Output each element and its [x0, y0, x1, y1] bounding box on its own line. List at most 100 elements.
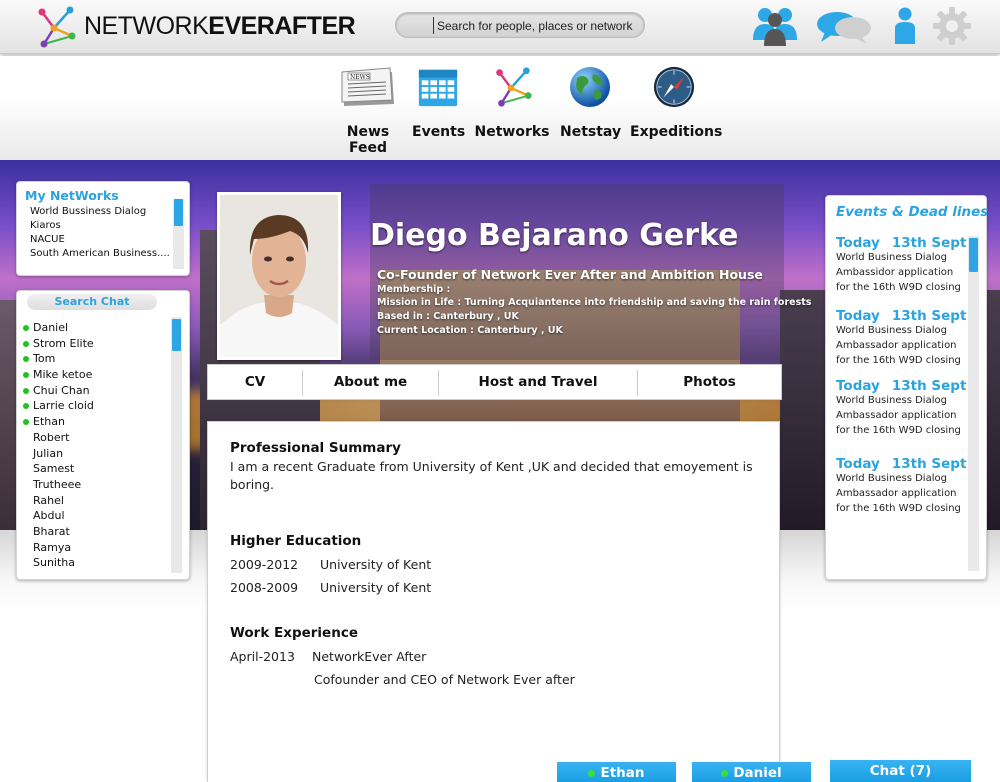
chat-main-button[interactable]: Chat (7) — [830, 760, 971, 782]
friends-icon[interactable] — [752, 6, 798, 46]
online-status-icon — [23, 372, 29, 379]
profile-photo[interactable] — [217, 192, 341, 360]
gear-icon[interactable] — [932, 6, 972, 46]
contact-name: Daniel — [33, 321, 69, 334]
events-scroll-thumb[interactable] — [969, 238, 978, 272]
chat-contact-online[interactable]: Mike ketoe — [23, 367, 94, 383]
nav-networks[interactable]: Networks — [474, 64, 550, 144]
network-logo-icon[interactable] — [34, 6, 78, 48]
event-item[interactable]: Today 13th Sept World Business Dialog Amb… — [836, 235, 966, 295]
contact-name: Larrie cloid — [33, 399, 94, 413]
chat-contact-offline[interactable]: Samest — [23, 461, 94, 477]
event-date: 13th Sept — [891, 235, 967, 251]
compass-icon — [653, 66, 695, 108]
chat-scroll-thumb[interactable] — [172, 319, 181, 351]
chat-contact-offline[interactable]: Robert — [23, 430, 94, 446]
chat-contact-offline[interactable]: Ramya — [23, 540, 94, 556]
network-icon — [496, 67, 532, 107]
contact-name: Mike ketoe — [33, 368, 93, 382]
tab-cv[interactable]: CV — [208, 365, 302, 399]
tab-host-and-travel[interactable]: Host and Travel — [439, 365, 637, 399]
chat-contact-offline[interactable]: Trutheee — [23, 477, 94, 493]
professional-summary-text: boring. — [230, 477, 275, 492]
event-text: for the 16th W9D closing — [836, 281, 961, 293]
nav-netstay[interactable]: Netstay — [560, 64, 622, 144]
chat-contact-online[interactable]: Tom — [23, 351, 94, 367]
profile-current-location: Current Location : Canterbury , UK — [377, 325, 563, 336]
event-text: Ambassador application — [836, 409, 957, 421]
chat-tab-ethan[interactable]: Ethan — [557, 762, 676, 782]
contact-name: Tom — [33, 352, 56, 366]
brand-name[interactable]: NETWORKEVERAFTER — [84, 12, 356, 41]
chat-contact-offline[interactable]: Rahel — [23, 493, 94, 509]
event-item[interactable]: Today 13th Sept World Business Dialog Amb… — [836, 378, 966, 438]
chat-contact-online[interactable]: Larrie cloid — [23, 398, 94, 414]
event-item[interactable]: Today 13th Sept World Business Dialog Amb… — [836, 456, 966, 516]
work-company: NetworkEver After — [312, 649, 427, 664]
online-status-icon — [721, 769, 729, 777]
chat-contact-offline[interactable]: Julian — [23, 446, 94, 462]
chat-contact-offline[interactable]: Abdul — [23, 508, 94, 524]
avatar — [220, 195, 338, 357]
event-date: 13th Sept — [891, 456, 967, 472]
work-date: April-2013 — [230, 649, 295, 664]
events-scrollbar[interactable] — [968, 236, 979, 571]
search-input[interactable] — [433, 17, 638, 34]
chat-contact-online[interactable]: Chui Chan — [23, 383, 94, 399]
profile-mission: Mission in Life : Turning Acquiantence i… — [377, 297, 812, 308]
event-item[interactable]: Today 13th Sept World Business Dialog Amb… — [836, 308, 966, 368]
nav-events[interactable]: Events — [412, 64, 466, 144]
event-date: 13th Sept — [891, 308, 967, 324]
chat-contact-offline[interactable]: Bharat — [23, 524, 94, 540]
contact-name: Ethan — [33, 415, 65, 429]
my-networks-scrollbar[interactable] — [173, 199, 184, 269]
my-networks-panel: My NetWorks World Bussiness Dialog Kiaro… — [16, 181, 190, 276]
search-chat-field[interactable]: Search Chat — [27, 294, 157, 310]
event-text: Ambassador application — [836, 487, 957, 499]
professional-summary-heading: Professional Summary — [230, 440, 401, 456]
online-status-icon — [23, 325, 29, 331]
event-text: for the 16th W9D closing — [836, 424, 961, 436]
chat-scrollbar[interactable] — [171, 317, 182, 573]
event-text: for the 16th W9D closing — [836, 502, 961, 514]
tab-photos[interactable]: Photos — [638, 365, 781, 399]
network-item[interactable]: South American Business.... — [30, 247, 170, 261]
globe-icon — [570, 67, 610, 107]
events-title: Events & Dead lines — [836, 204, 989, 220]
event-text: Ambassidor application — [836, 266, 954, 278]
work-role: Cofounder and CEO of Network Ever after — [314, 672, 575, 687]
chat-tab-daniel[interactable]: Daniel — [692, 762, 811, 782]
messages-icon[interactable] — [815, 10, 873, 46]
search-chat-panel: Search Chat Daniel Strom Elite Tom Mike … — [16, 290, 190, 580]
nav-news-feed[interactable]: NEWS News Feed — [329, 64, 407, 156]
network-item[interactable]: World Bussiness Dialog — [30, 205, 170, 219]
education-school: University of Kent — [320, 557, 432, 572]
tab-about-me[interactable]: About me — [303, 365, 438, 399]
education-years: 2009-2012 — [230, 557, 299, 572]
network-item[interactable]: NACUE — [30, 233, 170, 247]
my-networks-title[interactable]: My NetWorks — [25, 188, 119, 203]
newspaper-icon: NEWS — [341, 67, 394, 106]
event-text: Ambassador application — [836, 339, 957, 351]
nav-expeditions[interactable]: Expeditions — [630, 64, 722, 144]
chat-contact-list: Daniel Strom Elite Tom Mike ketoe Chui C… — [23, 320, 94, 571]
nav-label-events: Events — [412, 124, 466, 140]
event-text: World Business Dialog — [836, 325, 947, 336]
chat-contact-online[interactable]: Daniel — [23, 320, 94, 336]
online-status-icon — [23, 419, 29, 426]
chat-contact-online[interactable]: Strom Elite — [23, 336, 94, 352]
online-status-icon — [23, 387, 29, 394]
chat-contact-offline[interactable]: Sunitha — [23, 555, 94, 571]
profile-icon[interactable] — [893, 6, 917, 46]
event-text: World Business Dialog — [836, 252, 947, 263]
my-networks-list: World Bussiness Dialog Kiaros NACUE Sout… — [30, 205, 170, 261]
nav-label-netstay: Netstay — [560, 124, 622, 140]
nav-label-news-feed: News Feed — [346, 124, 390, 156]
network-item[interactable]: Kiaros — [30, 219, 170, 233]
contact-name: Strom Elite — [33, 336, 94, 350]
chat-contact-online[interactable]: Ethan — [23, 414, 94, 430]
my-networks-scroll-thumb[interactable] — [174, 199, 183, 226]
nav-label-networks: Networks — [474, 124, 550, 140]
event-day: Today — [836, 308, 880, 324]
online-status-icon — [588, 769, 596, 777]
